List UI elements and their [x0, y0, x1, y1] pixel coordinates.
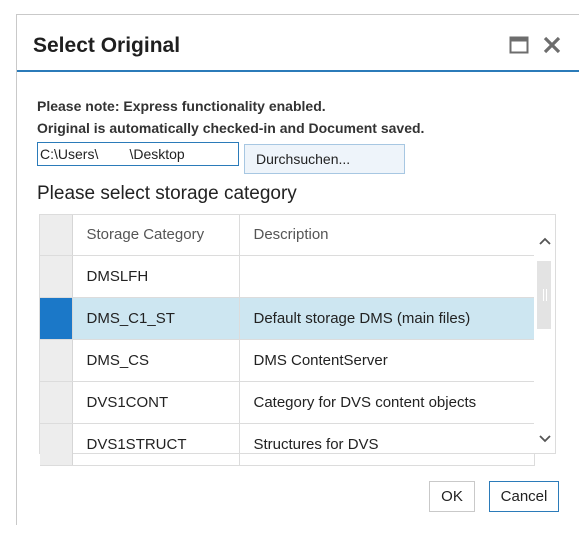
- row-selector[interactable]: [40, 255, 73, 298]
- chevron-down-icon: [539, 435, 551, 443]
- cell-category: DVS1CONT: [72, 381, 240, 424]
- express-note: Please note: Express functionality enabl…: [37, 95, 424, 139]
- close-button[interactable]: [540, 33, 564, 57]
- cell-description: Default storage DMS (main files): [239, 297, 535, 340]
- grip-icon: [543, 289, 547, 301]
- table-row-selected[interactable]: DMS_C1_ST Default storage DMS (main file…: [40, 297, 535, 340]
- cell-category: DMS_CS: [72, 339, 240, 382]
- cancel-button[interactable]: Cancel: [489, 481, 559, 512]
- select-original-dialog: Select Original Please note: Express fun…: [16, 14, 579, 525]
- cell-category: DVS1STRUCT: [72, 423, 240, 466]
- table-row[interactable]: DMS_CS DMS ContentServer: [40, 339, 535, 382]
- scroll-thumb[interactable]: [537, 261, 551, 329]
- cell-category: DMSLFH: [72, 255, 240, 298]
- maximize-icon: [509, 36, 529, 54]
- chevron-up-icon: [539, 237, 551, 245]
- scroll-up-button[interactable]: [539, 235, 551, 247]
- file-path-input[interactable]: [37, 142, 239, 166]
- row-selector[interactable]: [40, 381, 73, 424]
- cell-description: Category for DVS content objects: [239, 381, 535, 424]
- header-select-cell: [40, 215, 73, 256]
- note-line-1: Please note: Express functionality enabl…: [37, 98, 326, 114]
- browse-button[interactable]: Durchsuchen...: [244, 144, 405, 174]
- storage-category-table: Storage Category Description DMSLFH DMS_…: [39, 214, 556, 466]
- table-row[interactable]: DVS1STRUCT Structures for DVS: [40, 423, 535, 466]
- dialog-title: Select Original: [33, 34, 181, 57]
- cell-description: [239, 255, 535, 298]
- note-line-2: Original is automatically checked-in and…: [37, 120, 425, 136]
- table-scrollbar[interactable]: [534, 215, 555, 453]
- cell-description: DMS ContentServer: [239, 339, 535, 382]
- table-row[interactable]: DVS1CONT Category for DVS content object…: [40, 381, 535, 424]
- storage-grid: Storage Category Description DMSLFH DMS_…: [40, 215, 535, 466]
- column-header-description[interactable]: Description: [239, 215, 535, 256]
- close-icon: [543, 36, 561, 54]
- row-selector[interactable]: [40, 297, 73, 340]
- dialog-titlebar: Select Original: [17, 15, 579, 72]
- row-selector[interactable]: [40, 339, 73, 382]
- cell-description: Structures for DVS: [239, 423, 535, 466]
- row-selector[interactable]: [40, 423, 73, 466]
- scroll-down-button[interactable]: [539, 433, 551, 445]
- maximize-button[interactable]: [507, 33, 531, 57]
- cell-category: DMS_C1_ST: [72, 297, 240, 340]
- table-header-row: Storage Category Description: [40, 215, 535, 256]
- storage-section-title: Please select storage category: [37, 183, 297, 204]
- table-row[interactable]: DMSLFH: [40, 255, 535, 298]
- ok-button[interactable]: OK: [429, 481, 475, 512]
- column-header-storage-category[interactable]: Storage Category: [72, 215, 240, 256]
